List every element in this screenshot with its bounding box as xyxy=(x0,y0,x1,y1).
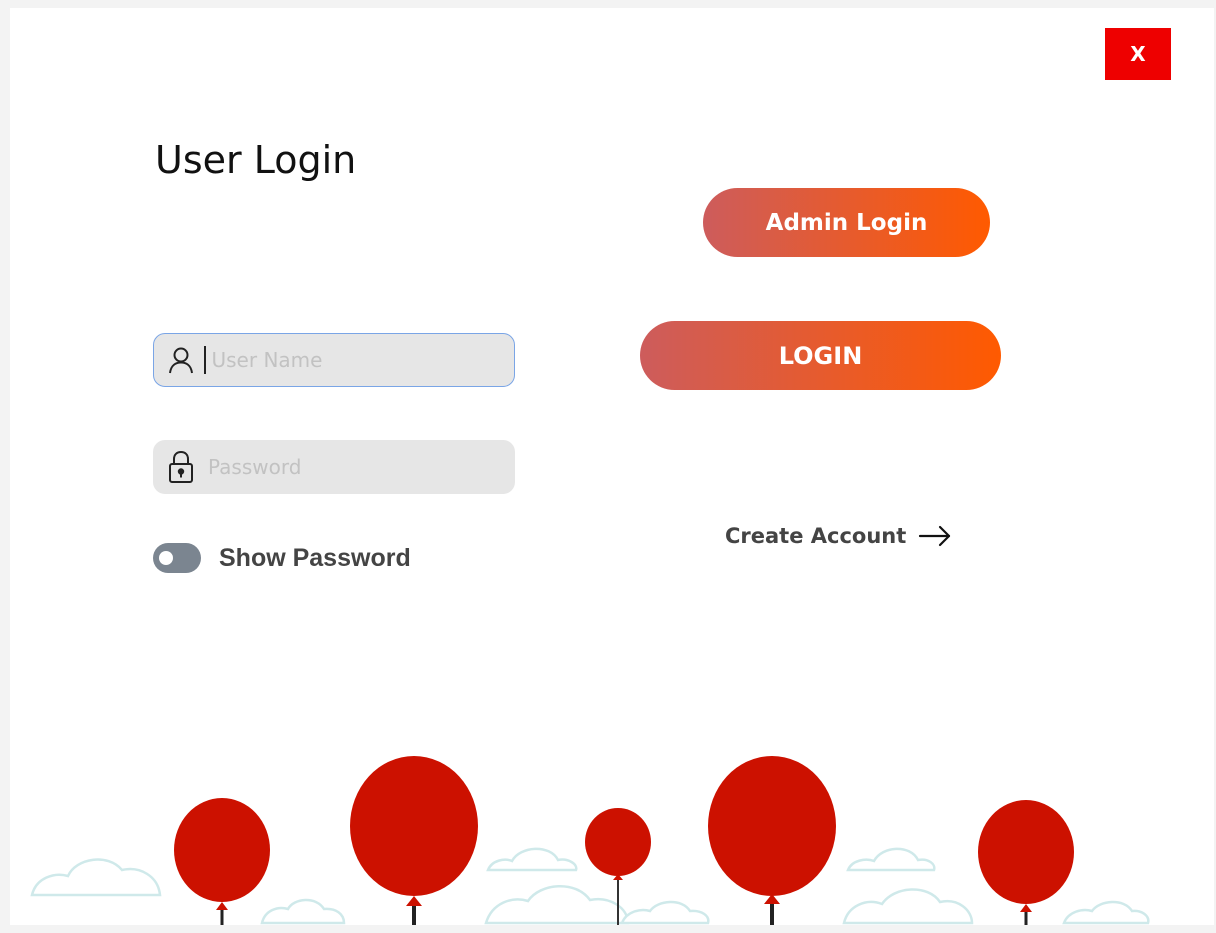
create-account-label: Create Account xyxy=(725,524,907,548)
login-window: X User Login Show Password xyxy=(10,8,1214,925)
cloud xyxy=(30,858,162,897)
balloon xyxy=(978,800,1074,904)
close-button[interactable]: X xyxy=(1105,28,1171,80)
lock-icon xyxy=(166,450,196,483)
show-password-label: Show Password xyxy=(219,543,411,572)
toggle-knob xyxy=(159,551,173,565)
arrow-right-icon xyxy=(918,525,952,547)
username-field[interactable] xyxy=(153,333,515,387)
password-field[interactable] xyxy=(153,440,515,494)
show-password-row: Show Password xyxy=(153,543,411,573)
username-input[interactable] xyxy=(209,339,504,381)
text-caret xyxy=(204,346,206,374)
admin-login-button[interactable]: Admin Login xyxy=(703,188,990,257)
show-password-toggle[interactable] xyxy=(153,543,201,573)
balloon xyxy=(174,798,270,902)
page-title: User Login xyxy=(155,138,357,182)
balloon xyxy=(585,808,651,876)
cloud xyxy=(1062,900,1150,925)
cloud xyxy=(842,888,974,925)
password-input[interactable] xyxy=(206,446,500,488)
user-icon xyxy=(166,344,196,376)
cloud xyxy=(484,885,630,925)
balloon xyxy=(350,756,478,896)
cloud xyxy=(846,847,936,872)
close-icon: X xyxy=(1130,42,1146,66)
balloon xyxy=(708,756,836,896)
create-account-link[interactable]: Create Account xyxy=(725,524,952,548)
cloud xyxy=(620,900,710,925)
cloud xyxy=(260,898,346,925)
balloons-illustration xyxy=(30,756,1150,925)
cloud xyxy=(486,847,578,872)
login-button[interactable]: LOGIN xyxy=(640,321,1001,390)
